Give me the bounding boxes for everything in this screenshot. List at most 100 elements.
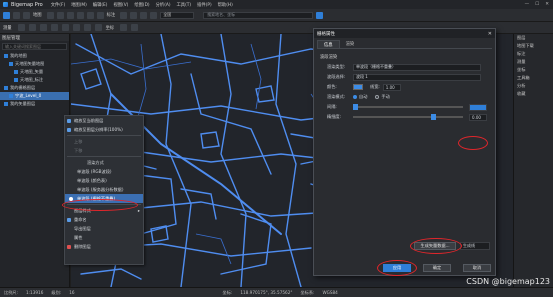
ruler-icon[interactable] bbox=[96, 11, 104, 19]
layer-checkbox[interactable] bbox=[4, 86, 8, 90]
pan-icon[interactable] bbox=[46, 11, 54, 19]
polygon-icon[interactable] bbox=[140, 11, 148, 19]
close-icon[interactable]: ✕ bbox=[545, 2, 549, 7]
maximize-icon[interactable]: ☐ bbox=[535, 2, 539, 7]
menu-item-rename[interactable]: 重命名 bbox=[65, 215, 143, 224]
export-type-select[interactable]: 生成线 bbox=[460, 242, 490, 250]
layer-checkbox[interactable] bbox=[14, 78, 18, 82]
interval-input[interactable] bbox=[469, 103, 487, 111]
menu-item-export[interactable]: 导出图层 bbox=[65, 224, 143, 233]
search-input[interactable]: 搜索地名、坐标 bbox=[203, 11, 314, 19]
select-icon[interactable] bbox=[72, 24, 80, 31]
line-icon[interactable] bbox=[130, 11, 138, 19]
tab-info[interactable]: 信息 bbox=[317, 40, 340, 48]
refresh-icon[interactable] bbox=[76, 11, 84, 19]
slider-knob[interactable] bbox=[353, 104, 358, 110]
main-toolbar: 地图 标注 全国 搜索地名、坐标 bbox=[0, 9, 553, 22]
toolbar-measure-label[interactable]: 测量 bbox=[3, 25, 12, 31]
tab-render[interactable]: 渲染 bbox=[340, 40, 361, 48]
menu-item-raster-nonoverlap[interactable]: 单波段 (栅格不重叠) bbox=[65, 194, 143, 203]
edit-icon[interactable] bbox=[83, 24, 91, 31]
layer-checkbox[interactable] bbox=[9, 62, 13, 66]
tree-item[interactable]: 我的地图 bbox=[0, 52, 69, 60]
menu-item-colortable[interactable]: 单波段 (颜色表) bbox=[65, 176, 143, 185]
settings-icon[interactable] bbox=[131, 24, 139, 31]
menu-item-properties[interactable]: 属性 bbox=[65, 233, 143, 242]
right-item-measure[interactable]: 测量 bbox=[514, 58, 553, 66]
right-item-download[interactable]: 地图下载 bbox=[514, 42, 553, 50]
menu-item-rgb[interactable]: 单波段 (RGB波段) bbox=[65, 167, 143, 176]
save-icon[interactable] bbox=[13, 11, 20, 19]
generate-vector-button[interactable]: 生成矢量数据... bbox=[414, 242, 456, 250]
menu-item-zoom-layer[interactable]: 缩放至当前图层 bbox=[65, 116, 143, 125]
crosshair-icon[interactable] bbox=[120, 24, 128, 31]
menu-help[interactable]: 帮助(H) bbox=[218, 2, 233, 8]
right-item-toolbox[interactable]: 工具箱 bbox=[514, 74, 553, 82]
layer-checkbox[interactable] bbox=[4, 54, 8, 58]
mode-manual-radio[interactable] bbox=[375, 95, 380, 99]
layer-checkbox[interactable] bbox=[14, 70, 18, 74]
mode-auto-radio[interactable] bbox=[353, 95, 357, 99]
layer-search-input[interactable]: 输入关键词搜索图层 bbox=[2, 43, 67, 50]
menu-item-zoom-resolution[interactable]: 缩放至图层分辨率(100%) bbox=[65, 125, 143, 134]
right-item-coord[interactable]: 坐标 bbox=[514, 66, 553, 74]
dialog-close-icon[interactable]: ✕ bbox=[488, 31, 492, 37]
menu-file[interactable]: 文件(F) bbox=[51, 2, 65, 8]
zoom-out-icon[interactable] bbox=[66, 11, 74, 19]
rectangle-icon[interactable] bbox=[39, 24, 47, 31]
polyline-icon[interactable] bbox=[28, 24, 36, 31]
menu-edit[interactable]: 编辑(E) bbox=[93, 2, 108, 8]
layer-checkbox[interactable] bbox=[4, 102, 8, 106]
menu-tools[interactable]: 工具(T) bbox=[177, 2, 192, 8]
open-icon[interactable] bbox=[3, 11, 10, 19]
menu-plugins[interactable]: 插件(P) bbox=[197, 2, 212, 8]
band-select[interactable]: 波段 1 bbox=[353, 73, 481, 81]
menu-analysis[interactable]: 分析(A) bbox=[156, 2, 171, 8]
bigemap-window: Bigemap Pro 文件(F) 地图(M) 编辑(E) 视图(V) 绘图(D… bbox=[0, 0, 553, 297]
circle-icon[interactable] bbox=[150, 11, 158, 19]
right-item-favorites[interactable]: 收藏 bbox=[514, 90, 553, 98]
interval-slider[interactable] bbox=[353, 104, 463, 110]
smooth-input[interactable]: 0.00 bbox=[469, 113, 487, 121]
tree-item[interactable]: 天地图_矢量 bbox=[0, 68, 69, 76]
cancel-button[interactable]: 取消 bbox=[463, 264, 491, 272]
interval-label: 间隔: bbox=[327, 104, 337, 109]
tree-item[interactable]: 我的栅格图层 bbox=[0, 84, 69, 92]
apply-button[interactable]: 应用 bbox=[383, 264, 411, 272]
slider-knob[interactable] bbox=[431, 114, 436, 120]
grid-icon[interactable] bbox=[86, 11, 94, 19]
right-item-analysis[interactable]: 分析 bbox=[514, 82, 553, 90]
minimize-icon[interactable]: — bbox=[525, 2, 530, 7]
menu-map[interactable]: 地图(M) bbox=[71, 2, 87, 8]
right-item-layers[interactable]: 图层 bbox=[514, 34, 553, 42]
color-label: 颜色: bbox=[327, 84, 337, 89]
render-type-select[interactable]: 单波段（栅格不重叠） bbox=[353, 63, 481, 71]
layers-icon[interactable] bbox=[23, 11, 30, 19]
menu-item-delete[interactable]: 删除图层 bbox=[65, 242, 143, 251]
right-item-mark[interactable]: 标注 bbox=[514, 50, 553, 58]
toolbar-coord-label[interactable]: 坐标 bbox=[106, 25, 115, 31]
tree-item[interactable]: 天地图_标注 bbox=[0, 76, 69, 84]
ellipse-icon[interactable] bbox=[50, 24, 58, 31]
tree-item-selected[interactable]: 宁波_Level_0 bbox=[0, 92, 69, 100]
zoom-in-icon[interactable] bbox=[56, 11, 64, 19]
delete-icon[interactable] bbox=[94, 24, 102, 31]
smooth-slider[interactable] bbox=[353, 114, 463, 120]
point-icon[interactable] bbox=[17, 24, 25, 31]
place-select[interactable]: 全国 bbox=[160, 11, 195, 19]
linewidth-input[interactable]: 1.00 bbox=[382, 83, 401, 91]
color-swatch[interactable] bbox=[353, 84, 363, 90]
menu-draw[interactable]: 绘图(D) bbox=[134, 2, 149, 8]
menu-view[interactable]: 视图(V) bbox=[113, 2, 128, 8]
ok-button[interactable]: 确定 bbox=[423, 264, 451, 272]
menu-item-style[interactable]: 图层样式 ▸ bbox=[65, 206, 143, 215]
toolbar-map-label[interactable]: 地图 bbox=[33, 12, 42, 18]
tree-item[interactable]: 我的矢量图层 bbox=[0, 100, 69, 108]
toolbar-mark-label[interactable]: 标注 bbox=[107, 12, 116, 18]
tree-item[interactable]: 天地图矢量地图 bbox=[0, 60, 69, 68]
marker-icon[interactable] bbox=[120, 11, 128, 19]
text-icon[interactable] bbox=[61, 24, 69, 31]
menu-item-server[interactable]: 单波段 (服务器分析数据) bbox=[65, 185, 143, 194]
layer-checkbox[interactable] bbox=[9, 94, 13, 98]
search-icon[interactable] bbox=[316, 11, 324, 19]
